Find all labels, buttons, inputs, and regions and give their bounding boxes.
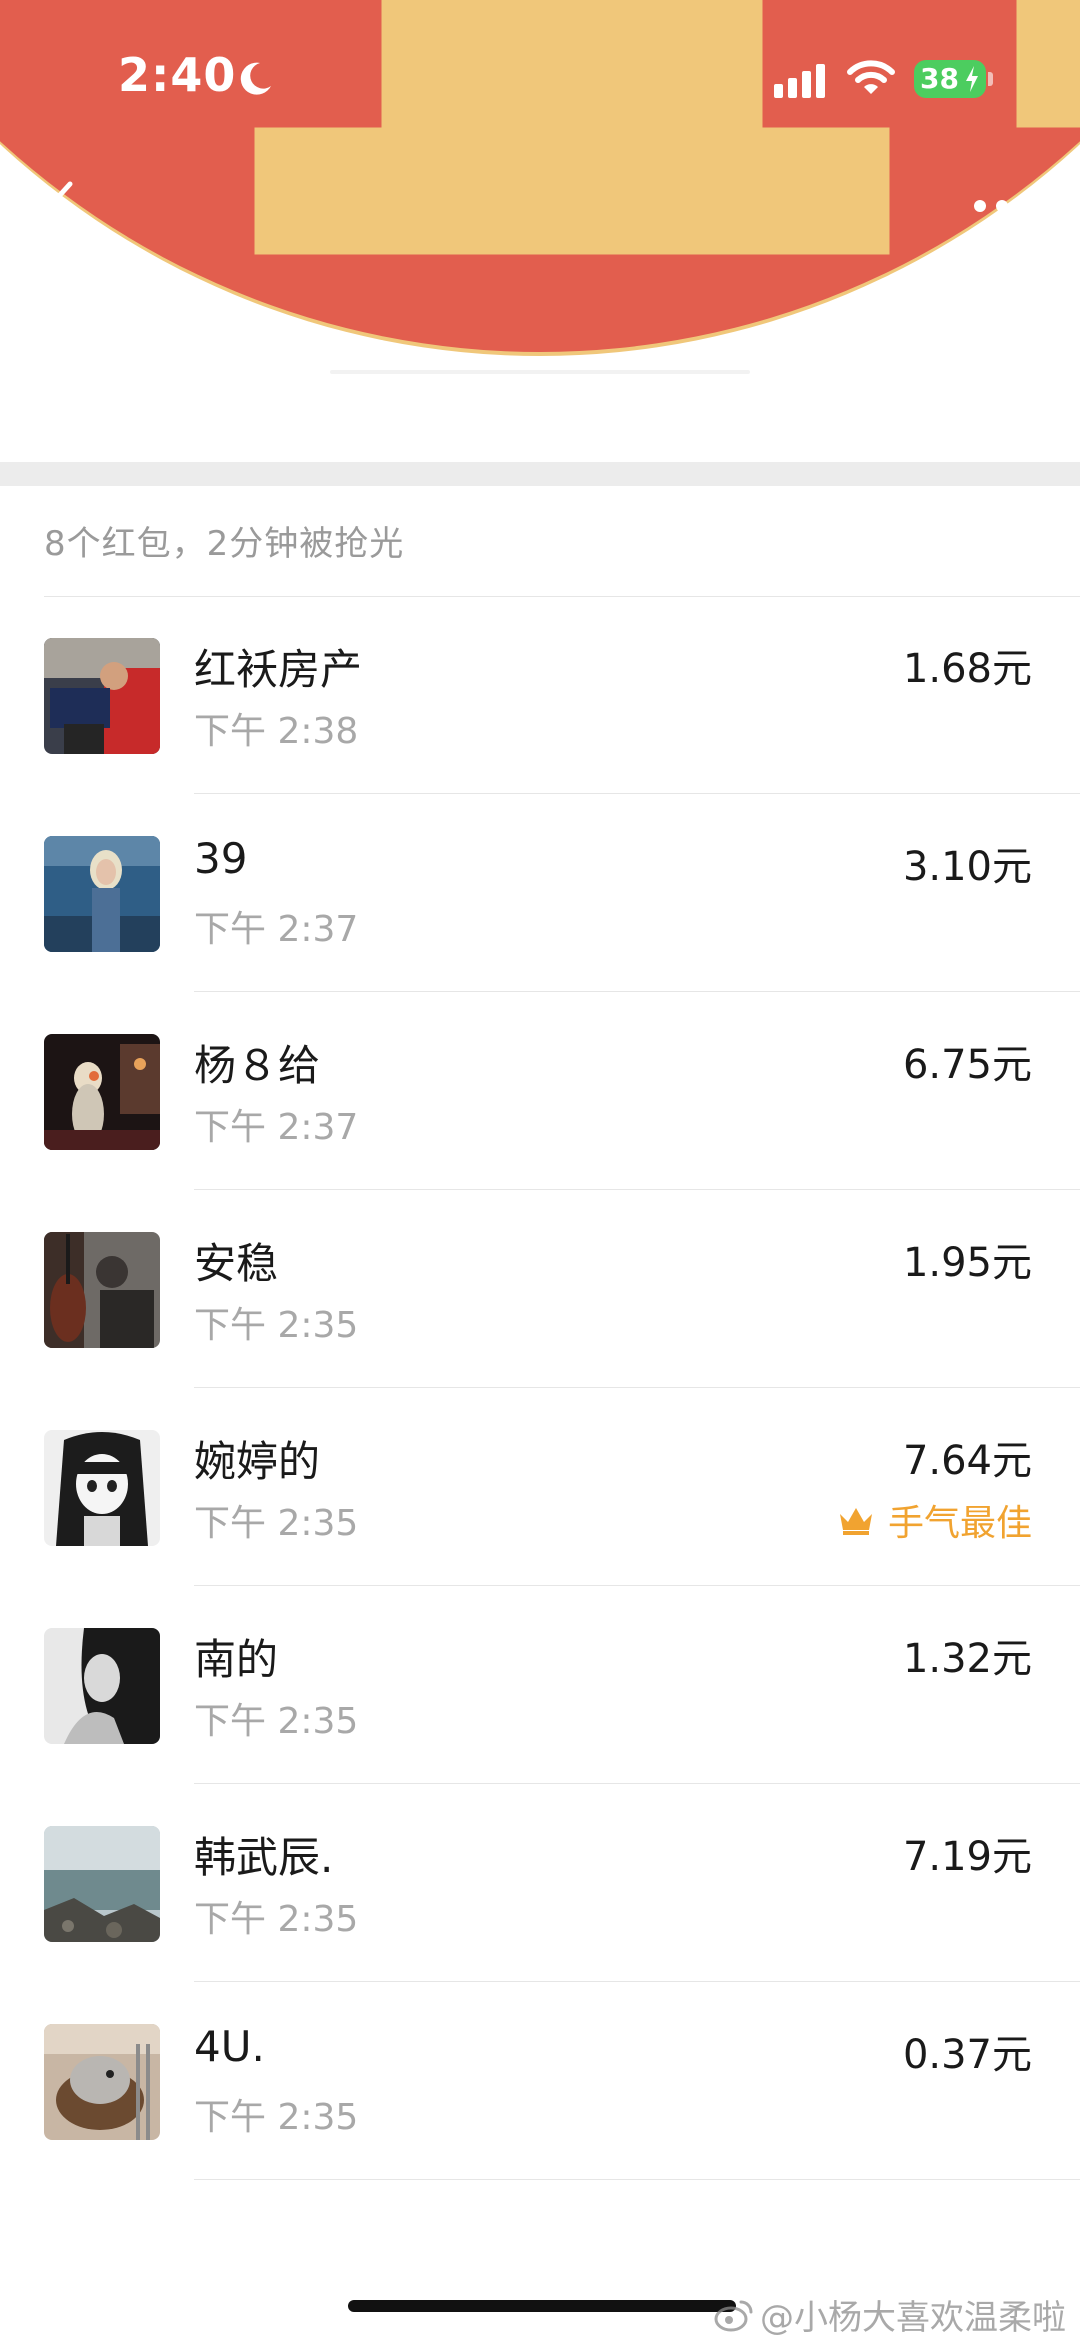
amount: 7.19元: [902, 1834, 1032, 1880]
signal-icon: [774, 64, 825, 98]
battery-indicator: 38: [914, 60, 986, 98]
section-divider: [0, 462, 1080, 486]
header-shadow-line: [330, 370, 750, 374]
list-item[interactable]: 南的 下午 2:35 1.32元: [0, 1586, 1080, 1784]
list-item[interactable]: 4U. 下午 2:35 0.37元: [0, 1982, 1080, 2180]
recipient-name: 韩武辰.: [194, 1833, 334, 1882]
watermark-text: @小杨大喜欢温柔啦: [760, 2298, 1066, 2338]
crown-icon: [839, 1508, 872, 1535]
list-item[interactable]: 韩武辰. 下午 2:35 7.19元: [0, 1784, 1080, 1982]
back-arrow-icon[interactable]: [36, 176, 86, 236]
amount: 1.95元: [902, 1240, 1032, 1286]
amount: 1.68元: [902, 646, 1032, 692]
receive-time: 下午 2:35: [194, 1503, 359, 1544]
list-item[interactable]: 杨８给 下午 2:37 6.75元: [0, 992, 1080, 1190]
battery-nub: [988, 72, 993, 86]
recipient-name: 4U.: [194, 2022, 265, 2071]
receive-time: 下午 2:35: [194, 1305, 359, 1346]
recipient-name: 安稳: [194, 1239, 279, 1288]
recipient-name: 婉婷的: [194, 1437, 321, 1486]
avatar[interactable]: [44, 836, 160, 952]
packet-summary: 8个红包，2分钟被抢光: [44, 524, 405, 564]
moon-icon: [240, 62, 271, 95]
more-dots-icon[interactable]: [972, 188, 1032, 224]
avatar[interactable]: [44, 1430, 160, 1546]
receive-time: 下午 2:35: [194, 1701, 359, 1742]
battery-level: 38: [920, 62, 959, 95]
receive-time: 下午 2:35: [194, 1899, 359, 1940]
battery-bolt-icon: [966, 66, 978, 92]
amount: 6.75元: [902, 1042, 1032, 1088]
amount: 7.64元: [902, 1438, 1032, 1484]
receive-time: 下午 2:35: [194, 2097, 359, 2138]
list-item[interactable]: 39 下午 2:37 3.10元: [0, 794, 1080, 992]
best-luck-label: 手气最佳: [887, 1503, 1032, 1544]
wifi-icon: [847, 60, 895, 94]
receive-time: 下午 2:38: [194, 711, 359, 752]
avatar[interactable]: [44, 1826, 160, 1942]
avatar[interactable]: [44, 1034, 160, 1150]
list-item[interactable]: 红袄房产 下午 2:38 1.68元: [0, 596, 1080, 794]
avatar[interactable]: [44, 1628, 160, 1744]
row-divider: [194, 2179, 1080, 2180]
status-time: 2:40: [118, 48, 237, 102]
recipient-name: 39: [194, 834, 248, 883]
amount: 3.10元: [902, 844, 1032, 890]
recipient-name: 南的: [194, 1635, 279, 1684]
weibo-icon: [714, 2300, 753, 2331]
recipient-name: 红袄房产: [194, 645, 363, 694]
list-item[interactable]: 婉婷的 下午 2:35 7.64元 手气最佳: [0, 1388, 1080, 1586]
avatar[interactable]: [44, 638, 160, 754]
receive-time: 下午 2:37: [194, 1107, 359, 1148]
avatar[interactable]: [44, 1232, 160, 1348]
best-luck-badge: 手气最佳: [836, 1494, 1032, 1546]
status-bar: 2:40 38: [0, 0, 1080, 150]
home-indicator[interactable]: [348, 2300, 736, 2312]
list-item[interactable]: 安稳 下午 2:35 1.95元: [0, 1190, 1080, 1388]
recipient-name: 杨８给: [194, 1041, 321, 1090]
avatar[interactable]: [44, 2024, 160, 2140]
receive-time: 下午 2:37: [194, 909, 359, 950]
amount: 1.32元: [902, 1636, 1032, 1682]
amount: 0.37元: [902, 2032, 1032, 2078]
watermark: @小杨大喜欢温柔啦: [714, 2290, 1066, 2339]
